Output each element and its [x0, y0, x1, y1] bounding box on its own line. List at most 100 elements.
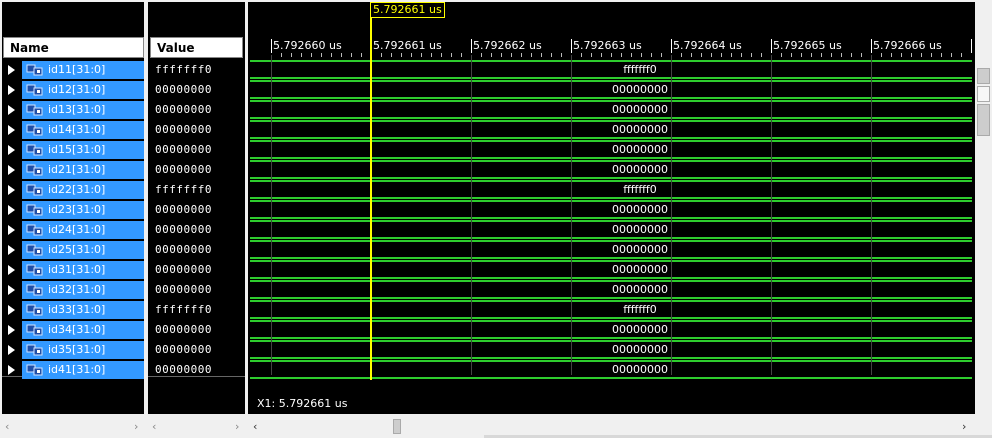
signal-waveform[interactable]: 00000000: [250, 140, 972, 160]
expand-triangle-icon[interactable]: [8, 345, 15, 355]
signal-value: 00000000: [155, 143, 212, 156]
bus-lower-line: [250, 277, 972, 279]
expand-triangle-icon[interactable]: [8, 245, 15, 255]
signal-value-row[interactable]: 00000000: [150, 160, 243, 180]
scroll-thumb[interactable]: [977, 68, 990, 84]
signal-name-row[interactable]: id22[31:0]: [5, 180, 144, 200]
name-hscrollbar[interactable]: ‹ ›: [0, 418, 146, 436]
signal-value-row[interactable]: 00000000: [150, 340, 243, 360]
expand-triangle-icon[interactable]: [8, 265, 15, 275]
signal-value-row[interactable]: 00000000: [150, 280, 243, 300]
minor-tick: [611, 53, 612, 57]
waveform-hscrollbar[interactable]: ‹ ›: [248, 418, 975, 436]
scroll-thumb[interactable]: [977, 86, 990, 102]
cursor-readout: X1: 5.792661 us: [257, 397, 348, 410]
minor-tick: [561, 53, 562, 57]
scroll-left-icon[interactable]: ‹: [5, 420, 9, 433]
bus-signal-icon: [26, 304, 43, 316]
scroll-left-icon[interactable]: ‹: [253, 420, 257, 433]
time-cursor[interactable]: [370, 2, 372, 380]
value-hscrollbar[interactable]: ‹ ›: [148, 418, 246, 436]
signal-name-row[interactable]: id33[31:0]: [5, 300, 144, 320]
signal-name-row[interactable]: id35[31:0]: [5, 340, 144, 360]
minor-tick: [881, 53, 882, 57]
signal-name-row[interactable]: id14[31:0]: [5, 120, 144, 140]
signal-name-row[interactable]: id13[31:0]: [5, 100, 144, 120]
signal-name-row[interactable]: id31[31:0]: [5, 260, 144, 280]
signal-waveform[interactable]: fffffff0: [250, 60, 972, 80]
signal-value-row[interactable]: 00000000: [150, 200, 243, 220]
vertical-scrollbar[interactable]: [975, 0, 992, 418]
signal-value-row[interactable]: 00000000: [150, 80, 243, 100]
scroll-right-icon[interactable]: ›: [134, 420, 138, 433]
expand-triangle-icon[interactable]: [8, 65, 15, 75]
name-column-header[interactable]: Name: [3, 37, 144, 58]
expand-triangle-icon[interactable]: [8, 105, 15, 115]
signal-waveform[interactable]: fffffff0: [250, 300, 972, 320]
expand-triangle-icon[interactable]: [8, 305, 15, 315]
signal-waveform[interactable]: 00000000: [250, 100, 972, 120]
signal-waveform[interactable]: 00000000: [250, 240, 972, 260]
expand-triangle-icon[interactable]: [8, 125, 15, 135]
signal-name-row[interactable]: id34[31:0]: [5, 320, 144, 340]
signal-value-row[interactable]: fffffff0: [150, 180, 243, 200]
signal-value: 00000000: [155, 123, 212, 136]
minor-tick: [911, 53, 912, 57]
expand-triangle-icon[interactable]: [8, 145, 15, 155]
signal-name-row[interactable]: id21[31:0]: [5, 160, 144, 180]
signal-waveform[interactable]: 00000000: [250, 360, 972, 380]
signal-name-row[interactable]: id41[31:0]: [5, 360, 144, 380]
waveform-value-label: fffffff0: [623, 303, 657, 316]
signal-waveform[interactable]: 00000000: [250, 120, 972, 140]
signal-waveform[interactable]: 00000000: [250, 340, 972, 360]
minor-tick: [661, 53, 662, 57]
signal-name-row[interactable]: id25[31:0]: [5, 240, 144, 260]
signal-name-row[interactable]: id24[31:0]: [5, 220, 144, 240]
scroll-right-icon[interactable]: ›: [235, 420, 239, 433]
signal-waveform[interactable]: 00000000: [250, 320, 972, 340]
signal-value-row[interactable]: 00000000: [150, 100, 243, 120]
expand-triangle-icon[interactable]: [8, 365, 15, 375]
expand-triangle-icon[interactable]: [8, 165, 15, 175]
signal-waveform[interactable]: 00000000: [250, 280, 972, 300]
signal-value-row[interactable]: 00000000: [150, 140, 243, 160]
signal-waveform[interactable]: fffffff0: [250, 180, 972, 200]
scroll-left-icon[interactable]: ‹: [152, 420, 156, 433]
expand-triangle-icon[interactable]: [8, 325, 15, 335]
minor-tick: [421, 53, 422, 57]
bus-signal-icon: [26, 64, 43, 76]
scroll-thumb[interactable]: [977, 104, 990, 136]
signal-value-row[interactable]: 00000000: [150, 360, 243, 380]
bus-upper-line: [250, 320, 972, 322]
signal-name-row[interactable]: id23[31:0]: [5, 200, 144, 220]
signal-waveform[interactable]: 00000000: [250, 200, 972, 220]
scroll-right-icon[interactable]: ›: [962, 420, 966, 433]
expand-triangle-icon[interactable]: [8, 85, 15, 95]
bus-upper-line: [250, 220, 972, 222]
minor-tick: [341, 53, 342, 57]
expand-triangle-icon[interactable]: [8, 285, 15, 295]
signal-value-row[interactable]: 00000000: [150, 320, 243, 340]
signal-name-row[interactable]: id32[31:0]: [5, 280, 144, 300]
signal-value-row[interactable]: 00000000: [150, 120, 243, 140]
signal-waveform[interactable]: 00000000: [250, 80, 972, 100]
bus-lower-line: [250, 77, 972, 79]
signal-waveform[interactable]: 00000000: [250, 260, 972, 280]
signal-value-row[interactable]: fffffff0: [150, 300, 243, 320]
value-column-header[interactable]: Value: [150, 37, 243, 58]
signal-name-row[interactable]: id11[31:0]: [5, 60, 144, 80]
signal-name-row[interactable]: id15[31:0]: [5, 140, 144, 160]
signal-value-row[interactable]: 00000000: [150, 260, 243, 280]
signal-name-row[interactable]: id12[31:0]: [5, 80, 144, 100]
signal-value-row[interactable]: 00000000: [150, 240, 243, 260]
scroll-thumb[interactable]: [393, 419, 401, 434]
bus-lower-line: [250, 377, 972, 379]
signal-waveform[interactable]: 00000000: [250, 160, 972, 180]
signal-value-row[interactable]: 00000000: [150, 220, 243, 240]
expand-triangle-icon[interactable]: [8, 205, 15, 215]
expand-triangle-icon[interactable]: [8, 185, 15, 195]
signal-value-row[interactable]: fffffff0: [150, 60, 243, 80]
signal-waveform[interactable]: 00000000: [250, 220, 972, 240]
major-tick: [771, 39, 772, 53]
expand-triangle-icon[interactable]: [8, 225, 15, 235]
